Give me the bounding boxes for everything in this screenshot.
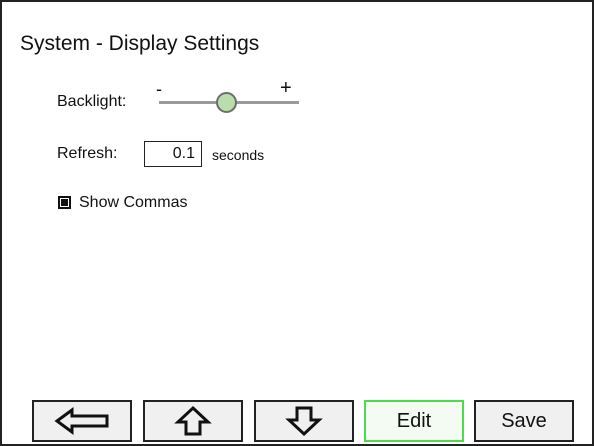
- show-commas-checkbox[interactable]: [58, 196, 71, 209]
- up-arrow-button[interactable]: [143, 400, 243, 442]
- save-button[interactable]: Save: [474, 400, 574, 442]
- save-button-label: Save: [501, 410, 547, 432]
- refresh-unit-label: seconds: [212, 147, 265, 163]
- page-title: System - Display Settings: [20, 32, 260, 55]
- backlight-minus-label: -: [156, 79, 162, 99]
- show-commas-label: Show Commas: [79, 194, 188, 211]
- backlight-slider-thumb[interactable]: [215, 92, 237, 113]
- left-arrow-icon: [54, 407, 110, 435]
- refresh-value-field[interactable]: 0.1: [144, 141, 202, 167]
- backlight-plus-label: +: [280, 77, 292, 99]
- display-settings-screen: System - Display Settings Backlight: - +…: [0, 0, 594, 446]
- edit-button-label: Edit: [396, 410, 432, 432]
- up-arrow-icon: [173, 405, 213, 437]
- down-arrow-icon: [284, 405, 324, 437]
- backlight-label: Backlight:: [57, 93, 127, 110]
- left-arrow-button[interactable]: [32, 400, 132, 442]
- refresh-label: Refresh:: [57, 145, 118, 162]
- backlight-slider[interactable]: - +: [154, 78, 304, 114]
- edit-button[interactable]: Edit: [364, 400, 464, 442]
- down-arrow-button[interactable]: [254, 400, 354, 442]
